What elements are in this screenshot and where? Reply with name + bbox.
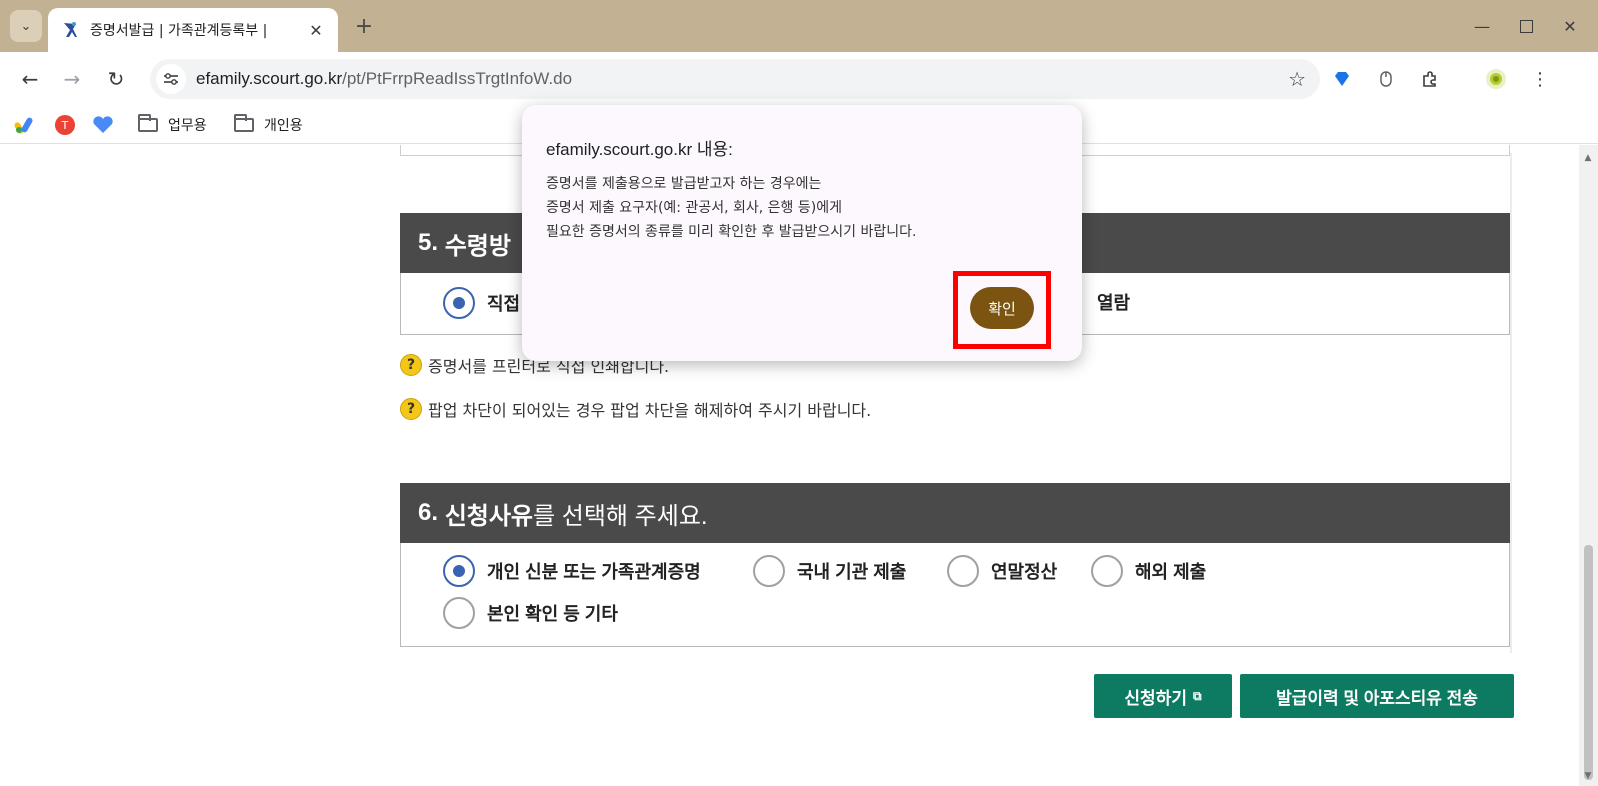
radio-button[interactable] — [753, 555, 785, 587]
dialog-message-line: 증명서 제출 요구자(예: 관공서, 회사, 은행 등)에게 — [546, 200, 842, 216]
new-tab-button[interactable]: + — [350, 12, 378, 40]
reason-option-domestic[interactable]: 국내 기관 제출 — [753, 555, 906, 587]
red-bookmark-icon[interactable]: T — [54, 114, 76, 136]
address-bar[interactable]: efamily.scourt.go.kr/pt/PtFrrpReadIssTrg… — [150, 59, 1320, 99]
question-icon: ? — [400, 354, 422, 376]
maximize-icon — [1519, 19, 1533, 33]
extension-mouse-icon[interactable] — [1372, 65, 1400, 93]
section-6-header: 6. 신청사유 를 선택해 주세요. — [400, 483, 1510, 543]
minimize-button[interactable]: — — [1464, 12, 1500, 40]
active-tab[interactable]: 증명서발급 | 가족관계등록부 | ✕ — [48, 8, 338, 52]
url-path: /pt/PtFrrpReadIssTrgtInfoW.do — [342, 69, 573, 88]
folder-icon — [138, 114, 158, 132]
dialog-title: efamily.scourt.go.kr 내용: — [546, 140, 733, 159]
close-tab-icon[interactable]: ✕ — [306, 20, 326, 40]
bookmark-folder-work[interactable]: 업무용 — [138, 114, 207, 136]
issue-history-button-label: 발급이력 및 아포스티유 전송 — [1276, 688, 1478, 708]
bookmark-folder-label: 개인용 — [264, 118, 303, 134]
profile-avatar-icon[interactable] — [1482, 65, 1510, 93]
extensions-puzzle-icon[interactable] — [1416, 65, 1444, 93]
bookmark-folder-personal[interactable]: 개인용 — [234, 114, 303, 136]
chevron-down-icon: ⌄ — [20, 18, 32, 34]
content-divider — [1510, 153, 1512, 653]
radio-button-selected[interactable] — [443, 555, 475, 587]
section-6-title: 신청사유 — [444, 502, 534, 530]
google-ads-bookmark-icon[interactable] — [14, 114, 36, 136]
note-popup: ? 팝업 차단이 되어있는 경우 팝업 차단을 해제하여 주시기 바랍니다. — [400, 397, 871, 421]
arrow-left-icon: ← — [21, 67, 39, 91]
receive-option-label: 직접 — [487, 294, 521, 314]
receive-option-label: 열람 — [1097, 293, 1131, 313]
receive-option-direct[interactable]: 직접 — [443, 287, 520, 319]
external-link-icon: ⧉ — [1192, 688, 1202, 703]
note-text: 팝업 차단이 되어있는 경우 팝업 차단을 해제하여 주시기 바랍니다. — [428, 401, 872, 420]
section-6-body: 개인 신분 또는 가족관계증명 국내 기관 제출 연말정산 해외 제출 본인 확… — [400, 543, 1510, 647]
forward-button[interactable]: → — [56, 63, 88, 95]
heart-bookmark-icon[interactable] — [92, 114, 114, 136]
extension-diamond-icon[interactable] — [1328, 65, 1356, 93]
section-5-number: 5. — [418, 229, 439, 256]
section-5-title: 수령방 — [444, 232, 511, 260]
reason-option-other[interactable]: 본인 확인 등 기타 — [443, 597, 618, 629]
section-6-number: 6. — [418, 499, 439, 526]
reason-option-personal[interactable]: 개인 신분 또는 가족관계증명 — [443, 555, 701, 587]
alert-dialog: efamily.scourt.go.kr 내용: 증명서를 제출용으로 발급받고… — [522, 105, 1082, 361]
radio-button[interactable] — [1091, 555, 1123, 587]
apply-button[interactable]: 신청하기 ⧉ — [1094, 674, 1232, 718]
scroll-thumb[interactable] — [1584, 545, 1593, 780]
bookmark-folder-label: 업무용 — [168, 118, 207, 134]
reload-icon: ↻ — [107, 67, 125, 91]
radio-button-selected[interactable] — [443, 287, 475, 319]
tab-title: 증명서발급 | 가족관계등록부 | — [90, 23, 268, 39]
dialog-ok-button[interactable]: 확인 — [970, 287, 1034, 329]
arrow-right-icon: → — [63, 67, 81, 91]
apply-button-label: 신청하기 — [1124, 688, 1187, 708]
page-scrollbar[interactable]: ▲ ▼ — [1579, 145, 1598, 786]
tab-strip: ⌄ 증명서발급 | 가족관계등록부 | ✕ + — ✕ — [0, 0, 1598, 52]
maximize-button[interactable] — [1508, 12, 1544, 40]
url-text: efamily.scourt.go.kr/pt/PtFrrpReadIssTrg… — [196, 69, 572, 89]
reason-option-yearend[interactable]: 연말정산 — [947, 555, 1057, 587]
reason-option-label: 개인 신분 또는 가족관계증명 — [487, 562, 701, 582]
dialog-message-line: 증명서를 제출용으로 발급받고자 하는 경우에는 — [546, 176, 822, 192]
question-icon: ? — [400, 398, 422, 420]
court-favicon-icon — [60, 20, 80, 40]
close-window-button[interactable]: ✕ — [1552, 12, 1588, 40]
reason-option-label: 국내 기관 제출 — [797, 562, 907, 582]
back-button[interactable]: ← — [14, 63, 46, 95]
reload-button[interactable]: ↻ — [100, 63, 132, 95]
svg-text:T: T — [61, 119, 69, 132]
receive-option-view[interactable]: 열람 — [1097, 289, 1130, 315]
reason-option-label: 해외 제출 — [1135, 562, 1207, 582]
folder-icon — [234, 114, 254, 132]
dialog-ok-label: 확인 — [988, 299, 1016, 318]
reason-option-label: 연말정산 — [991, 562, 1058, 582]
scroll-up-icon[interactable]: ▲ — [1583, 153, 1593, 163]
section-6-title-rest: 를 선택해 주세요. — [533, 502, 708, 530]
dialog-message-line: 필요한 증명서의 종류를 미리 확인한 후 발급받으시기 바랍니다. — [546, 224, 917, 240]
browser-toolbar: ← → ↻ efamily.scourt.go.kr/pt/PtFrrpRead… — [0, 52, 1598, 106]
reason-option-overseas[interactable]: 해외 제출 — [1091, 555, 1206, 587]
site-settings-icon[interactable] — [156, 64, 186, 94]
plus-icon: + — [354, 13, 374, 39]
bookmark-star-icon[interactable]: ☆ — [1288, 67, 1306, 91]
url-host: efamily.scourt.go.kr — [196, 69, 343, 88]
radio-button[interactable] — [947, 555, 979, 587]
tab-search-button[interactable]: ⌄ — [10, 10, 42, 42]
radio-button[interactable] — [443, 597, 475, 629]
scroll-down-icon[interactable]: ▼ — [1583, 771, 1593, 781]
menu-kebab-icon[interactable]: ⋮ — [1526, 65, 1554, 93]
issue-history-button[interactable]: 발급이력 및 아포스티유 전송 — [1240, 674, 1514, 718]
reason-option-label: 본인 확인 등 기타 — [487, 604, 618, 624]
